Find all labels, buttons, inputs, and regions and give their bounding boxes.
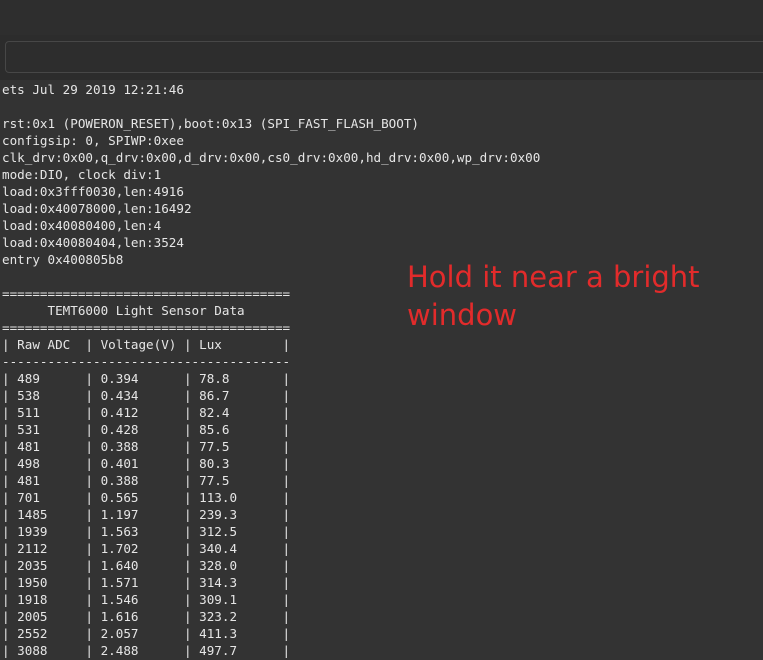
boot-log-line: load:0x40080404,len:3524 xyxy=(2,235,184,250)
table-row: | 2112 | 1.702 | 340.4 | xyxy=(2,541,291,556)
table-row: | 531 | 0.428 | 85.6 | xyxy=(2,422,291,437)
boot-log-line: mode:DIO, clock div:1 xyxy=(2,167,162,182)
send-bar xyxy=(0,35,763,80)
table-row: | 1939 | 1.563 | 312.5 | xyxy=(2,524,291,539)
boot-log-line xyxy=(2,98,540,115)
table-row: | 511 | 0.412 | 82.4 | xyxy=(2,405,291,420)
table-row: | 481 | 0.388 | 77.5 | xyxy=(2,473,291,488)
serial-monitor-window: ets Jul 29 2019 12:21:46 rst:0x1 (POWERON… xyxy=(0,0,763,660)
table-rule-dash: -------------------------------------- xyxy=(2,354,291,369)
annotation-text: Hold it near a bright window xyxy=(407,260,700,332)
serial-send-input[interactable] xyxy=(5,41,763,73)
table-row: | 498 | 0.401 | 80.3 | xyxy=(2,456,291,471)
boot-log-line: load:0x40080400,len:4 xyxy=(2,218,162,233)
table-row: | 701 | 0.565 | 113.0 | xyxy=(2,490,291,505)
boot-log-line: rst:0x1 (POWERON_RESET),boot:0x13 (SPI_F… xyxy=(2,116,420,131)
boot-log-line: configsip: 0, SPIWP:0xee xyxy=(2,133,184,148)
table-header-row: | Raw ADC | Voltage(V) | Lux | xyxy=(2,337,291,352)
table-row: | 2035 | 1.640 | 328.0 | xyxy=(2,558,291,573)
boot-log-line: load:0x3fff0030,len:4916 xyxy=(2,184,184,199)
serial-output[interactable]: ets Jul 29 2019 12:21:46 rst:0x1 (POWERON… xyxy=(2,81,540,659)
table-row: | 2005 | 1.616 | 323.2 | xyxy=(2,609,291,624)
table-row: | 538 | 0.434 | 86.7 | xyxy=(2,388,291,403)
table-row: | 2552 | 2.057 | 411.3 | xyxy=(2,626,291,641)
table-row: | 3088 | 2.488 | 497.7 | xyxy=(2,643,291,658)
table-row: | 489 | 0.394 | 78.8 | xyxy=(2,371,291,386)
table-row: | 1950 | 1.571 | 314.3 | xyxy=(2,575,291,590)
boot-log-line: load:0x40078000,len:16492 xyxy=(2,201,192,216)
title-bar xyxy=(0,0,763,35)
table-row: | 1918 | 1.546 | 309.1 | xyxy=(2,592,291,607)
boot-log-line: ets Jul 29 2019 12:21:46 xyxy=(2,82,184,97)
table-row: | 1485 | 1.197 | 239.3 | xyxy=(2,507,291,522)
table-title-text: TEMT6000 Light Sensor Data xyxy=(47,303,245,318)
table-row: | 481 | 0.388 | 77.5 | xyxy=(2,439,291,454)
boot-log-line: clk_drv:0x00,q_drv:0x00,d_drv:0x00,cs0_d… xyxy=(2,150,541,165)
